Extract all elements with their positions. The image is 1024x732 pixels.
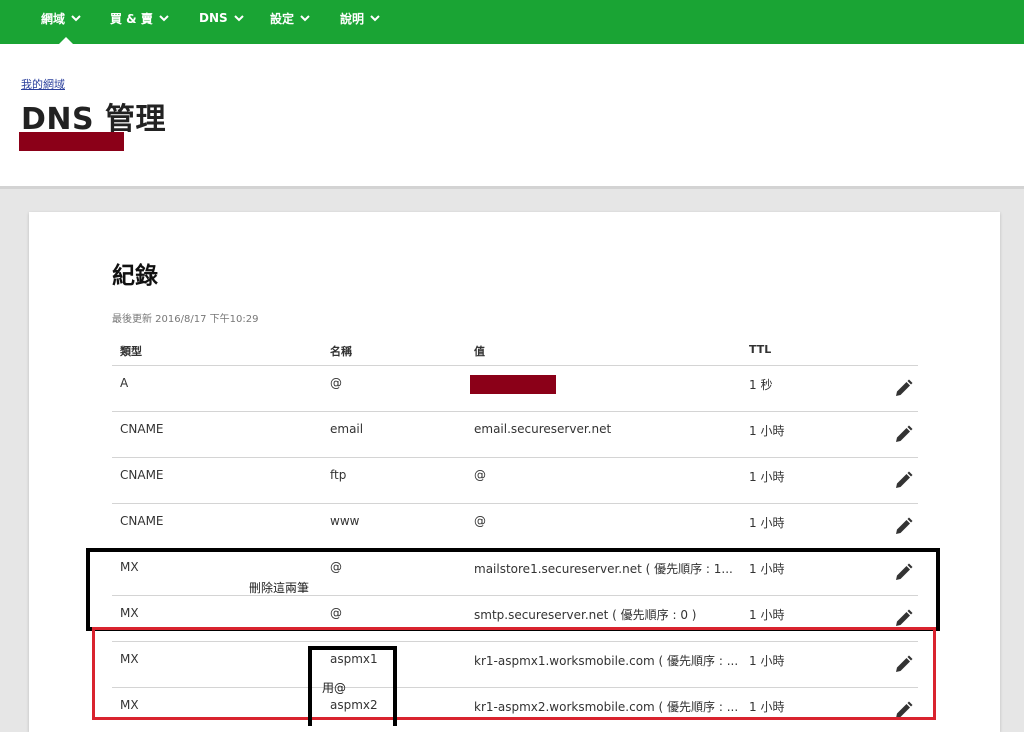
pencil-icon xyxy=(896,471,913,488)
record-ttl: 1 秒 xyxy=(749,378,773,392)
record-type: CNAME xyxy=(120,422,164,436)
column-header-ttl: TTL xyxy=(749,343,772,356)
annotation-use-at-note: 用@ xyxy=(322,681,347,695)
edit-record-button[interactable] xyxy=(892,378,914,400)
nav-help-label: 說明 xyxy=(340,11,365,26)
nav-domains[interactable]: 網域 xyxy=(41,9,82,27)
pencil-icon xyxy=(896,379,913,396)
chevron-down-icon xyxy=(233,15,244,22)
chevron-down-icon xyxy=(159,15,169,22)
nav-settings-label: 設定 xyxy=(270,11,295,26)
record-type: CNAME xyxy=(120,514,164,528)
chevron-down-icon xyxy=(71,15,81,22)
annotation-box-delete xyxy=(86,548,940,631)
record-ttl: 1 小時 xyxy=(749,516,785,530)
row-divider xyxy=(112,503,918,504)
annotation-delete-note: 刪除這兩筆 xyxy=(249,581,310,595)
column-header-type: 類型 xyxy=(120,345,142,358)
chevron-down-icon xyxy=(370,15,380,22)
nav-dns[interactable]: DNS xyxy=(199,9,245,27)
active-nav-indicator xyxy=(59,37,73,44)
edit-record-button[interactable] xyxy=(892,470,914,492)
redacted-domain-name xyxy=(19,132,124,151)
column-header-name: 名稱 xyxy=(330,345,352,358)
header-divider xyxy=(0,186,1024,189)
record-type: A xyxy=(120,376,129,390)
record-type: CNAME xyxy=(120,468,164,482)
record-value: @ xyxy=(474,514,486,528)
nav-domains-label: 網域 xyxy=(41,11,66,26)
breadcrumb-my-domains[interactable]: 我的網域 xyxy=(21,76,65,92)
record-value: email.secureserver.net xyxy=(474,422,612,436)
record-value: @ xyxy=(474,468,486,482)
row-divider xyxy=(112,457,918,458)
edit-record-button[interactable] xyxy=(892,424,914,446)
record-ttl: 1 小時 xyxy=(749,470,785,484)
pencil-icon xyxy=(896,425,913,442)
edit-record-button[interactable] xyxy=(892,516,914,538)
record-name: ftp xyxy=(330,468,347,482)
pencil-icon xyxy=(896,517,913,534)
record-name: www xyxy=(330,514,360,528)
top-nav: 網域 買 & 賣 DNS 設定 說明 xyxy=(0,0,1024,44)
nav-buy-sell[interactable]: 買 & 賣 xyxy=(110,9,170,27)
record-name: email xyxy=(330,422,364,436)
chevron-down-icon xyxy=(300,15,310,22)
nav-buy-sell-label: 買 & 賣 xyxy=(110,11,153,26)
nav-dns-label: DNS xyxy=(199,11,228,25)
nav-help[interactable]: 說明 xyxy=(340,9,381,27)
records-title: 紀錄 xyxy=(112,263,158,289)
last-updated: 最後更新 2016/8/17 下午10:29 xyxy=(112,314,259,325)
record-ttl: 1 小時 xyxy=(749,424,785,438)
redacted-ip-value xyxy=(470,375,556,394)
nav-settings[interactable]: 設定 xyxy=(270,9,311,27)
column-header-value: 值 xyxy=(474,345,485,358)
row-divider xyxy=(112,411,918,412)
annotation-box-new-mx xyxy=(92,627,936,720)
record-name: @ xyxy=(330,376,342,390)
row-divider xyxy=(112,365,918,366)
